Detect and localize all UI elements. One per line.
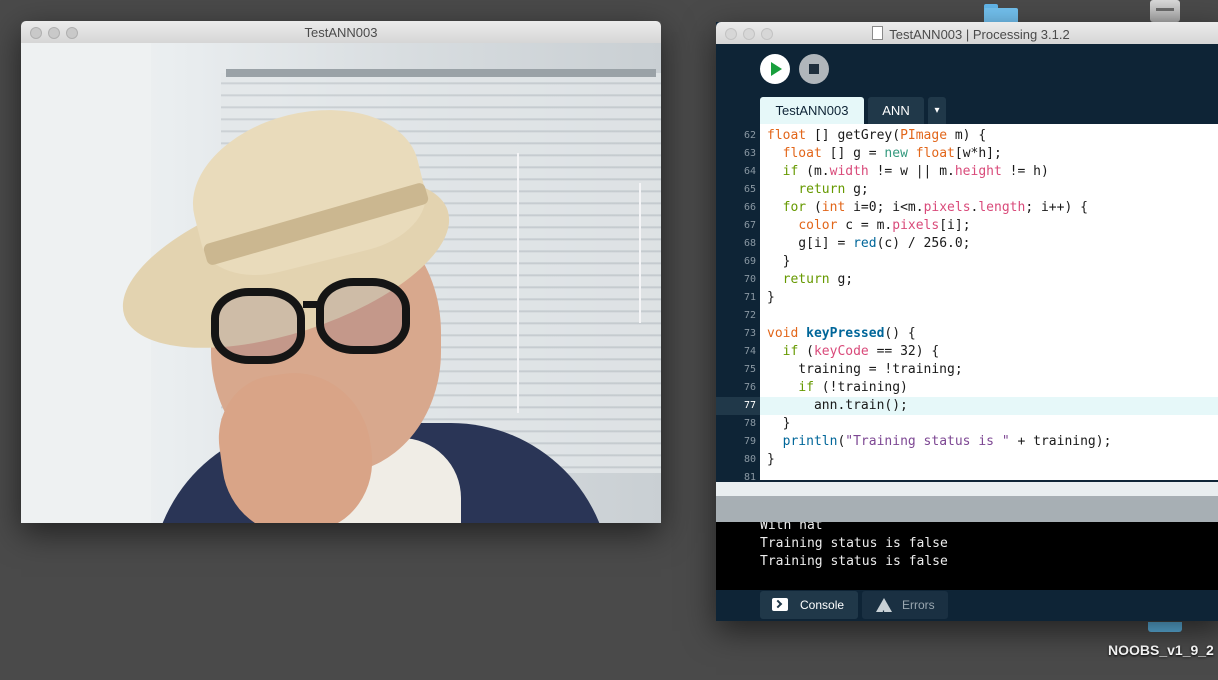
code-text: if (m.width != w || m.height != h) — [782, 164, 1049, 179]
console-icon — [772, 598, 788, 611]
line-number: 63 — [743, 148, 756, 159]
line-number: 62 — [743, 130, 756, 141]
code-line[interactable]: 70 return g; — [716, 271, 1218, 289]
code-line[interactable]: 74 if (keyCode == 32) { — [716, 343, 1218, 361]
tab-ann[interactable]: ANN — [868, 97, 924, 124]
code-line[interactable]: 81 — [716, 469, 1218, 480]
desktop-sd-card-label[interactable]: NOOBS_v1_9_2 — [1108, 642, 1214, 658]
code-line[interactable]: 73 void keyPressed() { — [716, 325, 1218, 343]
processing-ide-window: TestANN003 | Processing 3.1.2 TestANN003… — [716, 22, 1218, 621]
desktop-folder-icon[interactable] — [984, 4, 1018, 26]
document-icon — [872, 26, 884, 40]
camera-window-title: TestANN003 — [304, 25, 378, 40]
code-text: float [] g = new float[w*h]; — [782, 146, 1002, 161]
code-text: } — [767, 452, 775, 467]
code-text: training = !training; — [767, 362, 963, 377]
tab-testann003[interactable]: TestANN003 — [760, 97, 864, 124]
line-number: 69 — [743, 256, 756, 267]
line-number: 77 — [716, 397, 760, 415]
console-line: With hat — [760, 522, 823, 533]
code-line[interactable]: 67 color c = m.pixels[i]; — [716, 217, 1218, 235]
code-text: return g; — [798, 182, 869, 197]
line-number: 66 — [743, 202, 756, 213]
ide-window-title: TestANN003 | Processing 3.1.2 — [889, 27, 1070, 42]
code-line[interactable]: 65 return g; — [716, 181, 1218, 199]
line-number: 75 — [743, 364, 756, 375]
code-line[interactable]: 64 if (m.width != w || m.height != h) — [716, 163, 1218, 181]
line-number: 65 — [743, 184, 756, 195]
line-number: 76 — [743, 382, 756, 393]
tab-console[interactable]: Console — [760, 591, 858, 619]
code-line[interactable]: 68 g[i] = red(c) / 256.0; — [716, 235, 1218, 253]
console-line: Training status is false — [760, 536, 948, 551]
warning-icon — [876, 598, 892, 621]
code-text: color c = m.pixels[i]; — [798, 218, 971, 233]
code-text: void keyPressed() { — [767, 326, 916, 341]
line-number: 70 — [743, 274, 756, 285]
desktop-sd-card-icon[interactable] — [1148, 622, 1182, 632]
code-editor[interactable]: 62 float [] getGrey(PImage m) { 63 float [… — [716, 124, 1218, 480]
line-number: 78 — [743, 418, 756, 429]
play-icon — [771, 62, 782, 76]
message-area — [716, 496, 1218, 522]
code-line[interactable]: 71} — [716, 289, 1218, 307]
line-number: 68 — [743, 238, 756, 249]
code-text: } — [767, 416, 791, 431]
code-line[interactable]: 78 } — [716, 415, 1218, 433]
code-line[interactable]: 80} — [716, 451, 1218, 469]
line-number: 67 — [743, 220, 756, 231]
line-number: 79 — [743, 436, 756, 447]
line-number: 80 — [743, 454, 756, 465]
code-text: for (int i=0; i<m.pixels.length; i++) { — [782, 200, 1088, 215]
stop-icon — [809, 64, 819, 74]
line-number: 64 — [743, 166, 756, 177]
code-line[interactable]: 66 for (int i=0; i<m.pixels.length; i++)… — [716, 199, 1218, 217]
camera-window-titlebar[interactable]: TestANN003 — [21, 21, 661, 44]
code-line[interactable]: 79 println("Training status is " + train… — [716, 433, 1218, 451]
code-line[interactable]: 75 training = !training; — [716, 361, 1218, 379]
code-line[interactable]: 72 — [716, 307, 1218, 325]
code-line[interactable]: 77 ann.train(); — [716, 397, 1218, 415]
code-text: } — [767, 290, 775, 305]
code-line[interactable]: 63 float [] g = new float[w*h]; — [716, 145, 1218, 163]
line-number: 71 — [743, 292, 756, 303]
editor-status-bar — [716, 482, 1218, 496]
line-number: 74 — [743, 346, 756, 357]
desktop-drive-icon[interactable] — [1150, 0, 1180, 22]
console-output[interactable]: With hat Training status is false Traini… — [716, 522, 1218, 590]
webcam-video-frame — [21, 43, 661, 523]
code-text: if (keyCode == 32) { — [782, 344, 940, 359]
tab-errors[interactable]: Errors — [862, 591, 948, 621]
ide-window-titlebar[interactable]: TestANN003 | Processing 3.1.2 — [716, 22, 1218, 45]
code-line[interactable]: 76 if (!training) — [716, 379, 1218, 397]
code-text: ann.train(); — [767, 398, 908, 413]
console-line: Training status is false — [760, 554, 948, 569]
line-number: 72 — [743, 310, 756, 321]
code-text: float [] getGrey(PImage m) { — [767, 128, 987, 143]
camera-sketch-window: TestANN003 — [21, 21, 661, 523]
stop-button[interactable] — [799, 54, 829, 84]
code-text: } — [767, 254, 791, 269]
line-number: 73 — [743, 328, 756, 339]
code-line[interactable]: 69 } — [716, 253, 1218, 271]
code-text: println("Training status is " + training… — [782, 434, 1112, 449]
code-line[interactable]: 62 float [] getGrey(PImage m) { — [716, 127, 1218, 145]
run-button[interactable] — [760, 54, 790, 84]
tab-menu-button[interactable]: ▾ — [928, 97, 946, 124]
code-text: if (!training) — [798, 380, 908, 395]
code-text: g[i] = red(c) / 256.0; — [767, 236, 971, 251]
console-tabs: Console Errors — [716, 590, 1218, 621]
code-text: return g; — [782, 272, 854, 287]
line-number: 81 — [743, 472, 756, 480]
